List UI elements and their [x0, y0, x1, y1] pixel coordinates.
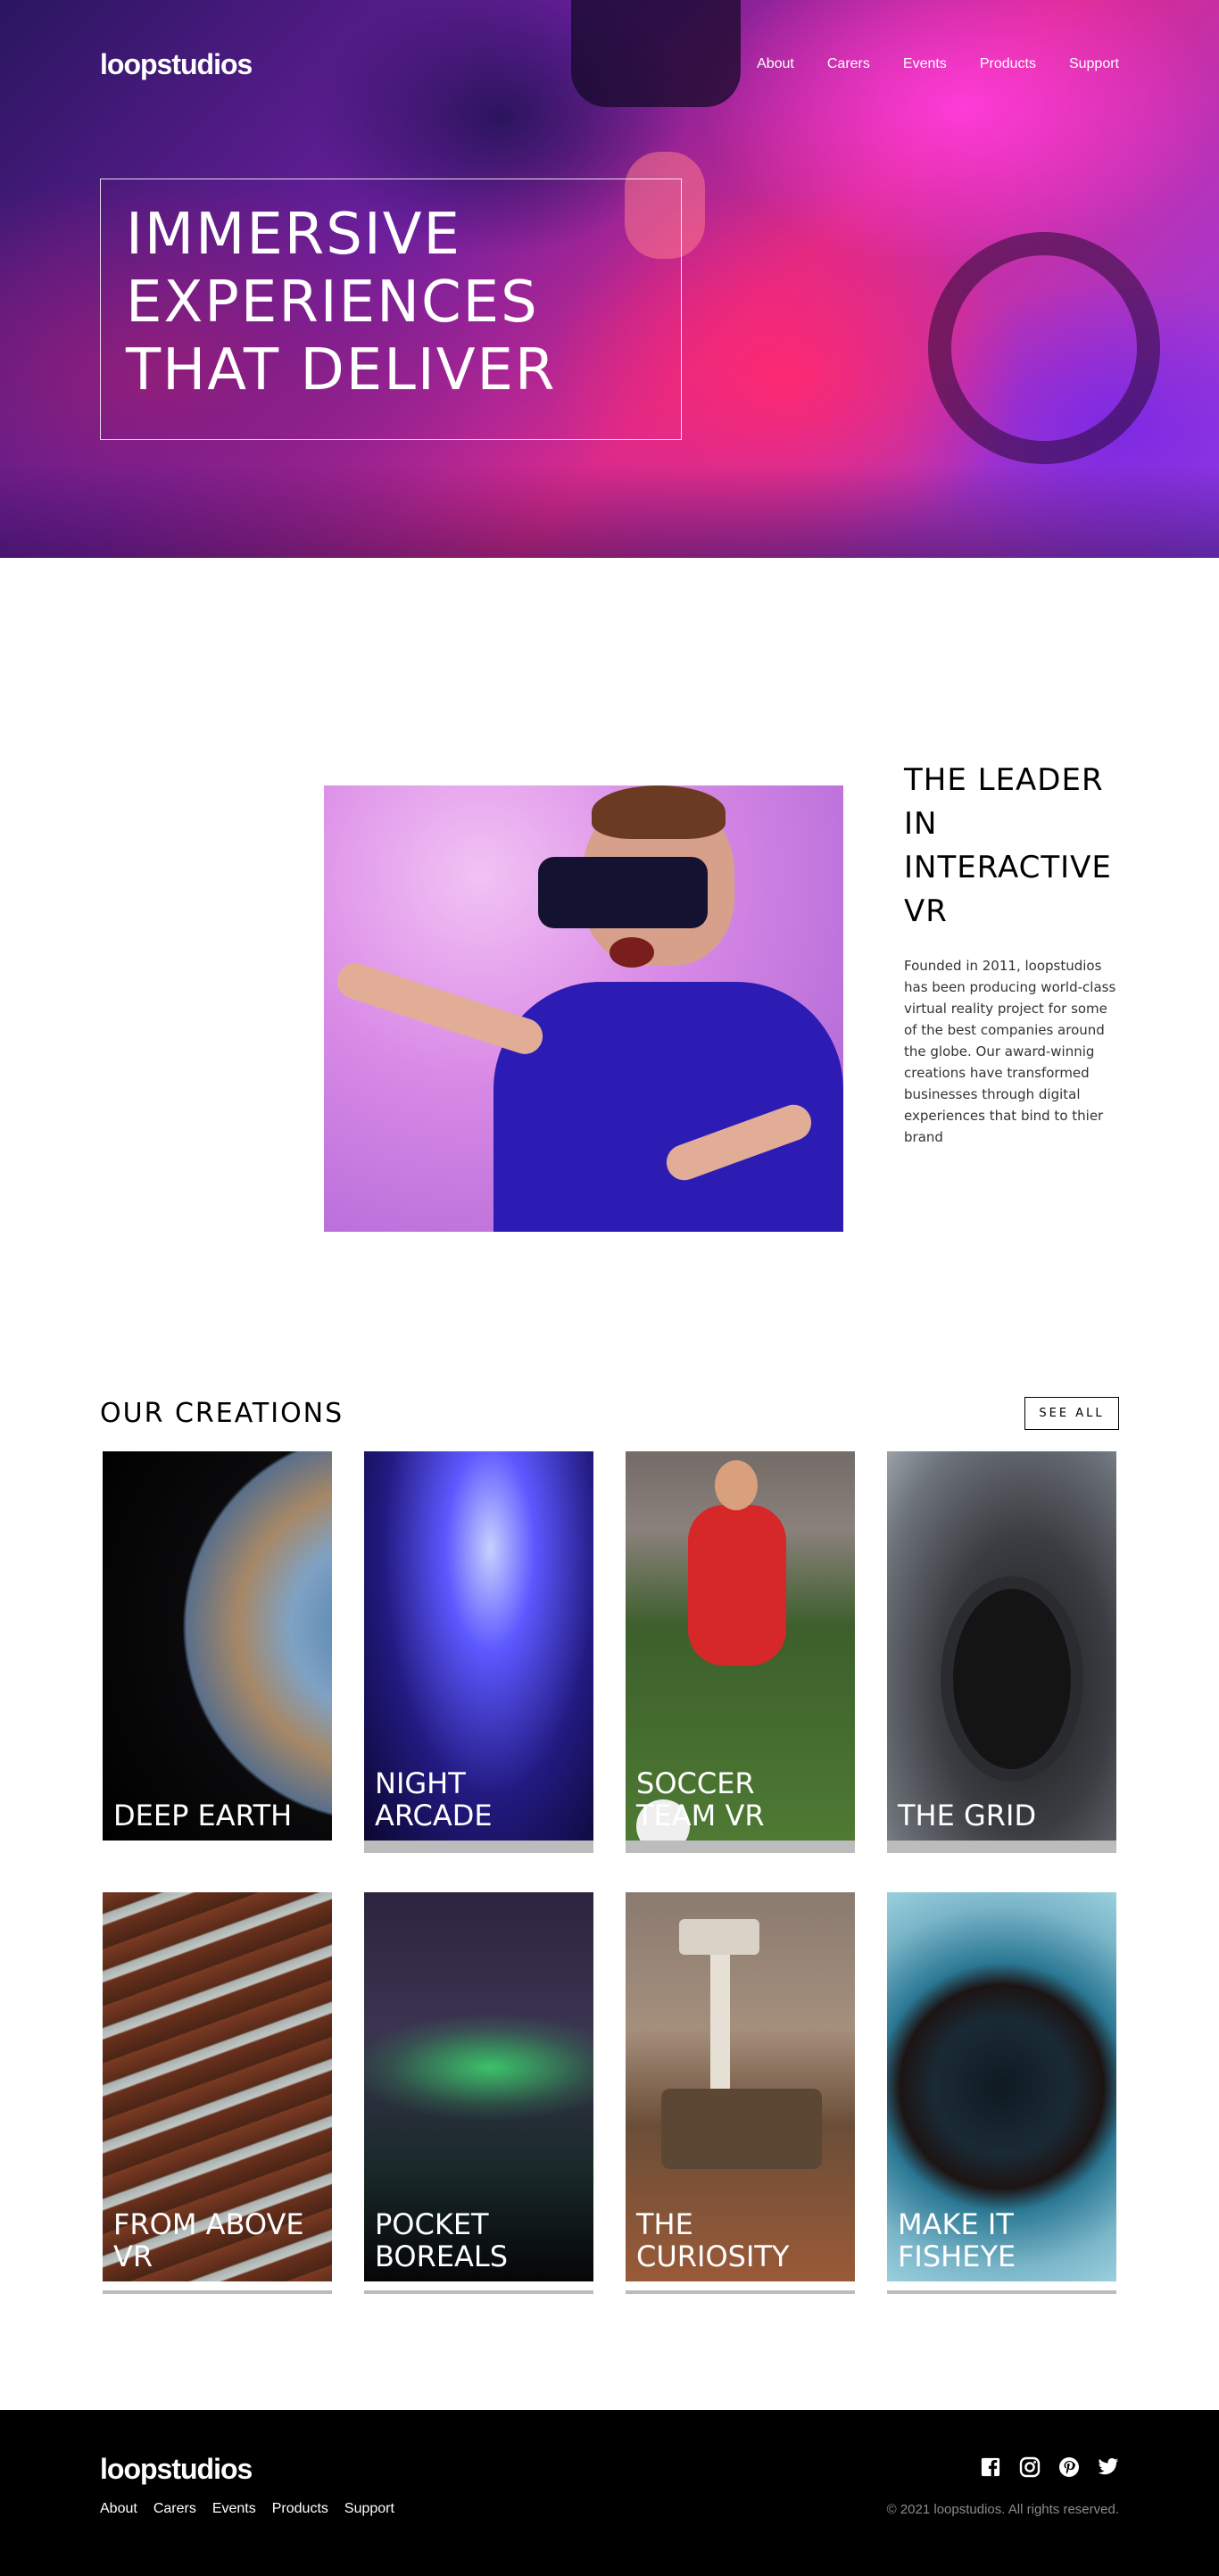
about-image-vr-man — [324, 785, 843, 1232]
footer-nav-carers[interactable]: Carers — [153, 2501, 196, 2517]
copyright-text: © 2021 loopstudios. All rights reserved. — [886, 2502, 1119, 2517]
creations-title: OUR CREATIONS — [100, 1397, 344, 1429]
instagram-icon[interactable] — [1019, 2456, 1041, 2478]
about-image-arm-left — [332, 958, 548, 1059]
logo[interactable]: loopstudios — [100, 48, 253, 81]
nav-carers[interactable]: Carers — [827, 56, 870, 72]
creation-label: FROM ABOVE VR — [113, 2207, 304, 2273]
hero-section: loopstudios About Carers Events Products… — [0, 0, 1219, 558]
creation-label: SOCCER TEAM VR — [636, 1766, 765, 1832]
creations-header: OUR CREATIONS SEE ALL — [100, 1395, 1119, 1431]
creation-card-make-it-fisheye[interactable]: MAKE IT FISHEYE — [887, 1892, 1116, 2294]
card-bottom-bar — [364, 2290, 593, 2294]
footer-nav-events[interactable]: Events — [212, 2501, 256, 2517]
nav-events[interactable]: Events — [903, 56, 947, 72]
creation-label: DEEP EARTH — [113, 1799, 293, 1832]
creation-card-deep-earth[interactable]: DEEP EARTH — [103, 1451, 332, 1853]
rover-camera-shape — [679, 1919, 759, 1955]
creation-card-the-grid[interactable]: THE GRID — [887, 1451, 1116, 1853]
site-header: loopstudios About Carers Events Products… — [100, 46, 1119, 82]
card-bottom-bar — [626, 2290, 855, 2294]
creation-label: THE GRID — [898, 1799, 1037, 1832]
footer-nav: About Carers Events Products Support — [100, 2501, 410, 2517]
about-image-vr-headset — [538, 857, 708, 928]
nav-support[interactable]: Support — [1069, 56, 1119, 72]
creation-label: MAKE IT FISHEYE — [898, 2207, 1016, 2273]
creation-card-soccer-team-vr[interactable]: SOCCER TEAM VR — [626, 1451, 855, 1853]
creation-label: POCKET BOREALS — [375, 2207, 509, 2273]
card-bottom-bar — [887, 1841, 1116, 1853]
social-links — [980, 2456, 1119, 2478]
car-wheel-shape — [941, 1576, 1083, 1782]
creation-card-from-above-vr[interactable]: FROM ABOVE VR — [103, 1892, 332, 2294]
pinterest-icon[interactable] — [1058, 2456, 1080, 2478]
see-all-button[interactable]: SEE ALL — [1024, 1396, 1119, 1430]
nav-about[interactable]: About — [757, 56, 794, 72]
card-bottom-bar — [364, 1841, 593, 1853]
creation-photo-earth — [103, 1451, 332, 1841]
nav-products[interactable]: Products — [980, 56, 1036, 72]
site-footer: loopstudios About Carers Events Products… — [0, 2410, 1219, 2576]
hero-photo-shadow — [0, 464, 1219, 558]
soccer-head-shape — [715, 1460, 758, 1510]
about-title: THE LEADER IN INTERACTIVE VR — [904, 762, 1112, 929]
footer-nav-about[interactable]: About — [100, 2501, 137, 2517]
creation-card-night-arcade[interactable]: NIGHT ARCADE — [364, 1451, 593, 1853]
facebook-icon[interactable] — [980, 2456, 1001, 2478]
card-bottom-bar — [626, 1841, 855, 1853]
creations-section: OUR CREATIONS SEE ALL DEEP EARTH NIGHT A… — [0, 1395, 1219, 2444]
about-image-mouth — [610, 937, 654, 968]
about-text-block: THE LEADER IN INTERACTIVE VR Founded in … — [904, 759, 1118, 1148]
about-image-hair — [592, 785, 726, 839]
creation-label: NIGHT ARCADE — [375, 1766, 493, 1832]
card-bottom-bar — [887, 2290, 1116, 2294]
twitter-icon[interactable] — [1098, 2456, 1119, 2478]
creation-card-pocket-boreals[interactable]: POCKET BOREALS — [364, 1892, 593, 2294]
about-body: Founded in 2011, loopstudios has been pr… — [904, 958, 1116, 1145]
card-bottom-bar — [103, 2290, 332, 2294]
hero-title: IMMERSIVE EXPERIENCES THAT DELIVER — [126, 202, 557, 403]
about-section: THE LEADER IN INTERACTIVE VR Founded in … — [0, 558, 1219, 1361]
hero-title-box: IMMERSIVE EXPERIENCES THAT DELIVER — [100, 179, 682, 440]
footer-nav-support[interactable]: Support — [344, 2501, 394, 2517]
creation-card-the-curiosity[interactable]: THE CURIOSITY — [626, 1892, 855, 2294]
creation-photo-car — [887, 1451, 1116, 1841]
main-nav: About Carers Events Products Support — [724, 56, 1119, 72]
rover-body-shape — [661, 2089, 822, 2169]
hero-photo-steering-wheel — [928, 232, 1160, 464]
soccer-player-shape — [688, 1505, 786, 1666]
footer-logo[interactable]: loopstudios — [100, 2453, 253, 2486]
footer-nav-products[interactable]: Products — [272, 2501, 328, 2517]
creation-label: THE CURIOSITY — [636, 2207, 790, 2273]
